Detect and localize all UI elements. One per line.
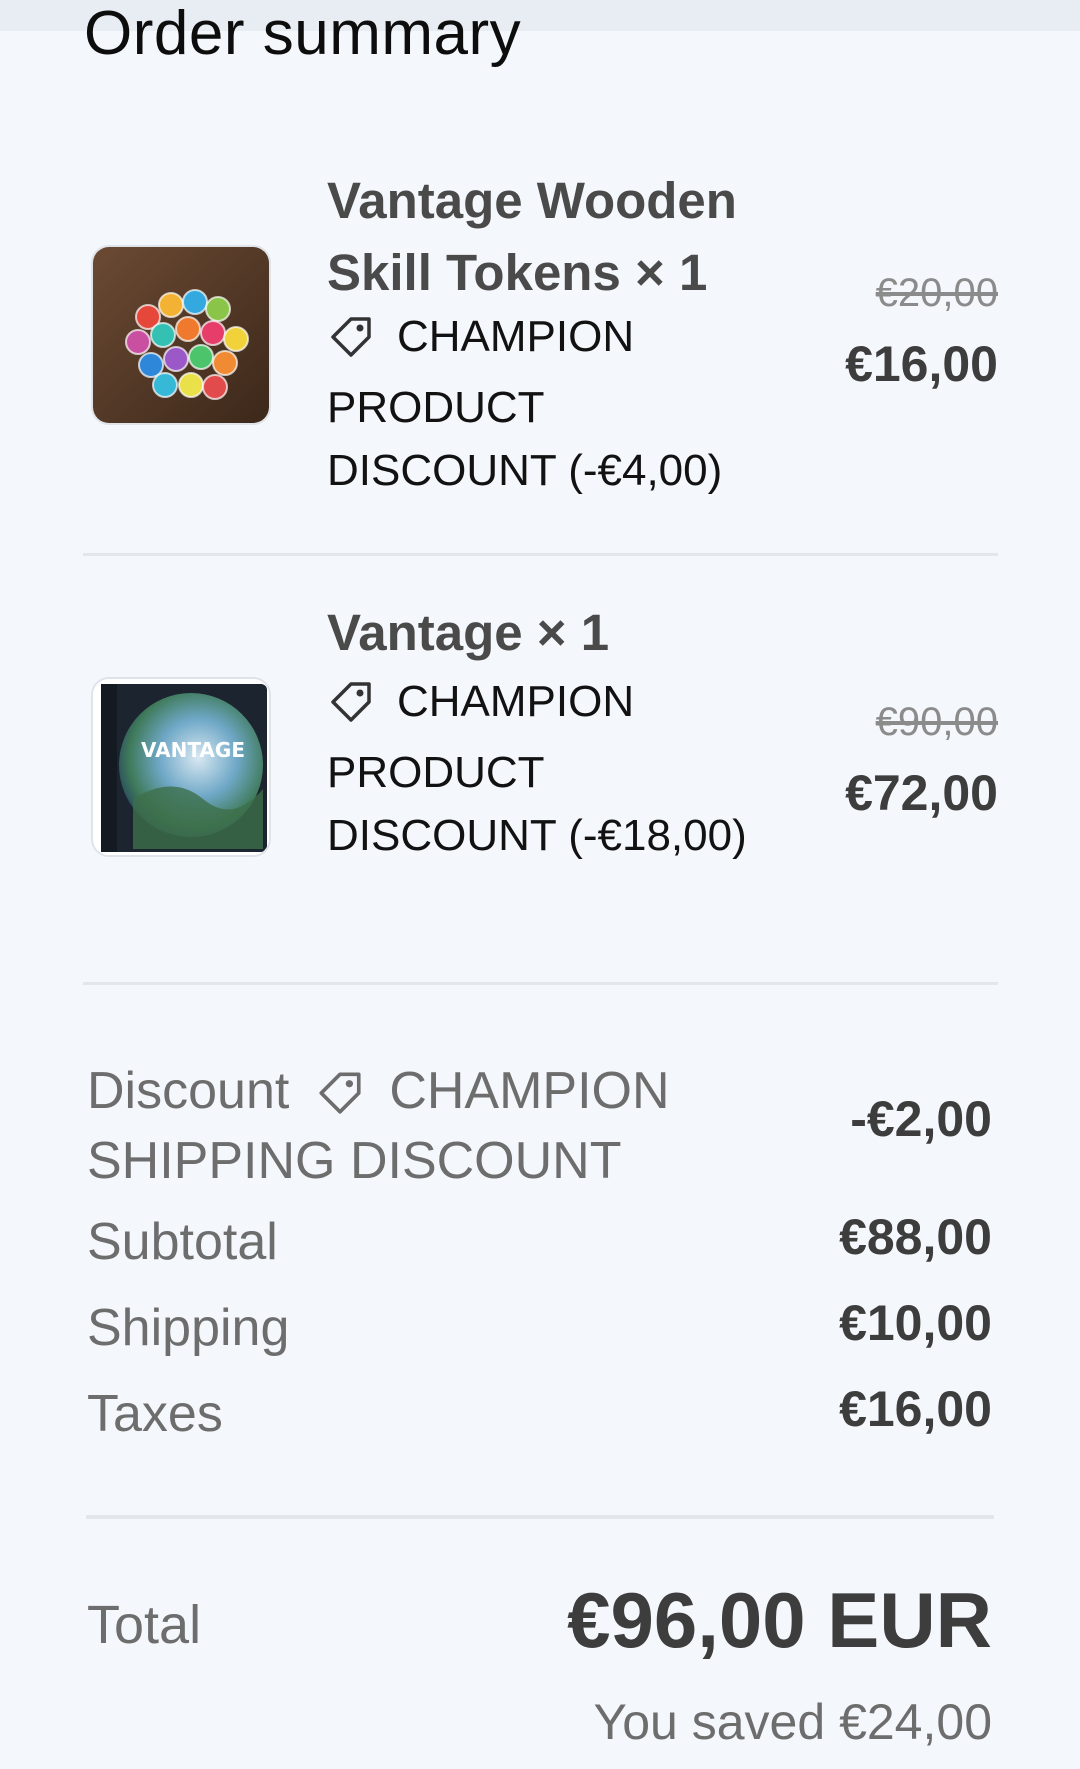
subtotal-value: €88,00 xyxy=(839,1209,992,1265)
item-discount-text: CHAMPION PRODUCT DISCOUNT (-€4,00) xyxy=(327,312,723,495)
discounted-price: €16,00 xyxy=(845,336,998,392)
item-discount: CHAMPION PRODUCT DISCOUNT (-€18,00) xyxy=(327,670,767,867)
discounted-price: €72,00 xyxy=(845,765,998,821)
shipping-value: €10,00 xyxy=(839,1295,992,1351)
item-name: Vantage × 1 xyxy=(327,604,610,661)
skill-tokens-image xyxy=(93,247,269,423)
discount-row-label: Discount CHAMPION SHIPPING DISCOUNT xyxy=(87,1060,727,1192)
product-thumbnail-vantage[interactable]: VANTAGE xyxy=(91,677,271,857)
line-item: Vantage Wooden Skill Tokens × 1 CHAMPION… xyxy=(83,165,998,495)
item-discount-text: CHAMPION PRODUCT DISCOUNT (-€18,00) xyxy=(327,677,747,860)
shipping-label: Shipping xyxy=(87,1299,290,1357)
original-price: €20,00 xyxy=(875,271,998,315)
item-discount: CHAMPION PRODUCT DISCOUNT (-€4,00) xyxy=(327,305,767,502)
discount-value: -€2,00 xyxy=(850,1091,992,1147)
subtotal-label: Subtotal xyxy=(87,1213,278,1271)
vantage-box-image: VANTAGE xyxy=(93,679,269,855)
total-label: Total xyxy=(87,1595,202,1655)
divider xyxy=(86,1515,994,1519)
discount-label: Discount xyxy=(87,1062,290,1120)
line-item: VANTAGE Vantage × 1 CHAMPION PRODUCT DIS… xyxy=(83,597,998,927)
taxes-label: Taxes xyxy=(87,1385,223,1443)
tag-icon xyxy=(327,311,375,376)
total-value: €96,00 EUR xyxy=(567,1576,992,1664)
divider xyxy=(83,982,998,985)
savings-text: You saved €24,00 xyxy=(593,1694,992,1750)
item-name: Vantage Wooden Skill Tokens × 1 xyxy=(327,172,737,301)
product-thumbnail-skill-tokens[interactable] xyxy=(91,245,271,425)
page-title: Order summary xyxy=(84,0,522,68)
divider xyxy=(83,553,998,556)
tag-icon xyxy=(315,1066,365,1130)
tag-icon xyxy=(327,676,375,741)
taxes-value: €16,00 xyxy=(839,1381,992,1437)
original-price: €90,00 xyxy=(875,700,998,744)
box-title: VANTAGE xyxy=(141,738,245,762)
